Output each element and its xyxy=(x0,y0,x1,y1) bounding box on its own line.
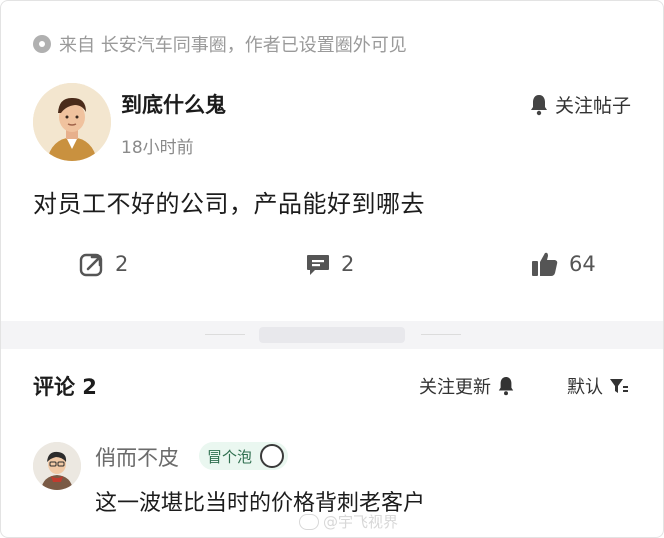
post-content: 对员工不好的公司，产品能好到哪去 xyxy=(33,190,425,218)
share-action[interactable]: 2 xyxy=(79,251,128,277)
sort-filter-icon xyxy=(610,379,628,393)
sort-button[interactable]: 默认 xyxy=(567,373,629,399)
badge-label: 冒个泡 xyxy=(207,447,253,466)
source-text: 来自 长安汽车同事圈，作者已设置圈外可见 xyxy=(59,35,407,56)
avatar-illustration xyxy=(33,83,111,161)
section-divider xyxy=(1,321,663,349)
comment-author-name[interactable]: 俏而不皮 xyxy=(95,442,179,472)
follow-updates-button[interactable]: 关注更新 xyxy=(419,373,515,399)
like-action[interactable]: 64 xyxy=(531,251,596,277)
bubble-icon xyxy=(260,444,285,468)
sort-label: 默认 xyxy=(567,377,603,398)
comment-icon xyxy=(307,255,329,275)
follow-post-label: 关注帖子 xyxy=(554,95,631,117)
status-badge: 冒个泡 xyxy=(199,442,289,470)
avatar-illustration xyxy=(33,442,81,490)
location-icon xyxy=(33,35,51,53)
post-time: 18小时前 xyxy=(121,138,194,158)
follow-post-button[interactable]: 关注帖子 xyxy=(529,91,631,118)
comments-title: 评论 2 xyxy=(33,375,97,399)
post-card: 来自 长安汽车同事圈，作者已设置圈外可见 到底什么鬼 18小时前 关注帖子 对员… xyxy=(0,0,664,538)
share-icon xyxy=(79,253,103,277)
comment-author-avatar[interactable] xyxy=(33,442,81,490)
like-count: 64 xyxy=(569,252,596,276)
bell-icon xyxy=(498,377,514,396)
watermark-text: @宇飞视界 xyxy=(323,513,399,531)
follow-updates-label: 关注更新 xyxy=(419,377,491,398)
comment-count: 2 xyxy=(341,252,355,276)
bell-icon xyxy=(530,94,547,115)
watermark: @宇飞视界 xyxy=(299,511,398,532)
divider-line-right xyxy=(421,334,461,335)
divider-placeholder xyxy=(259,327,405,343)
weibo-icon xyxy=(299,513,319,530)
author-avatar[interactable] xyxy=(33,83,111,161)
divider-line-left xyxy=(205,334,245,335)
share-count: 2 xyxy=(115,252,129,276)
author-name[interactable]: 到底什么鬼 xyxy=(121,89,226,119)
circle-source: 来自 长安汽车同事圈，作者已设置圈外可见 xyxy=(33,29,407,59)
comment-action[interactable]: 2 xyxy=(305,251,354,277)
thumbs-up-icon xyxy=(532,252,558,276)
